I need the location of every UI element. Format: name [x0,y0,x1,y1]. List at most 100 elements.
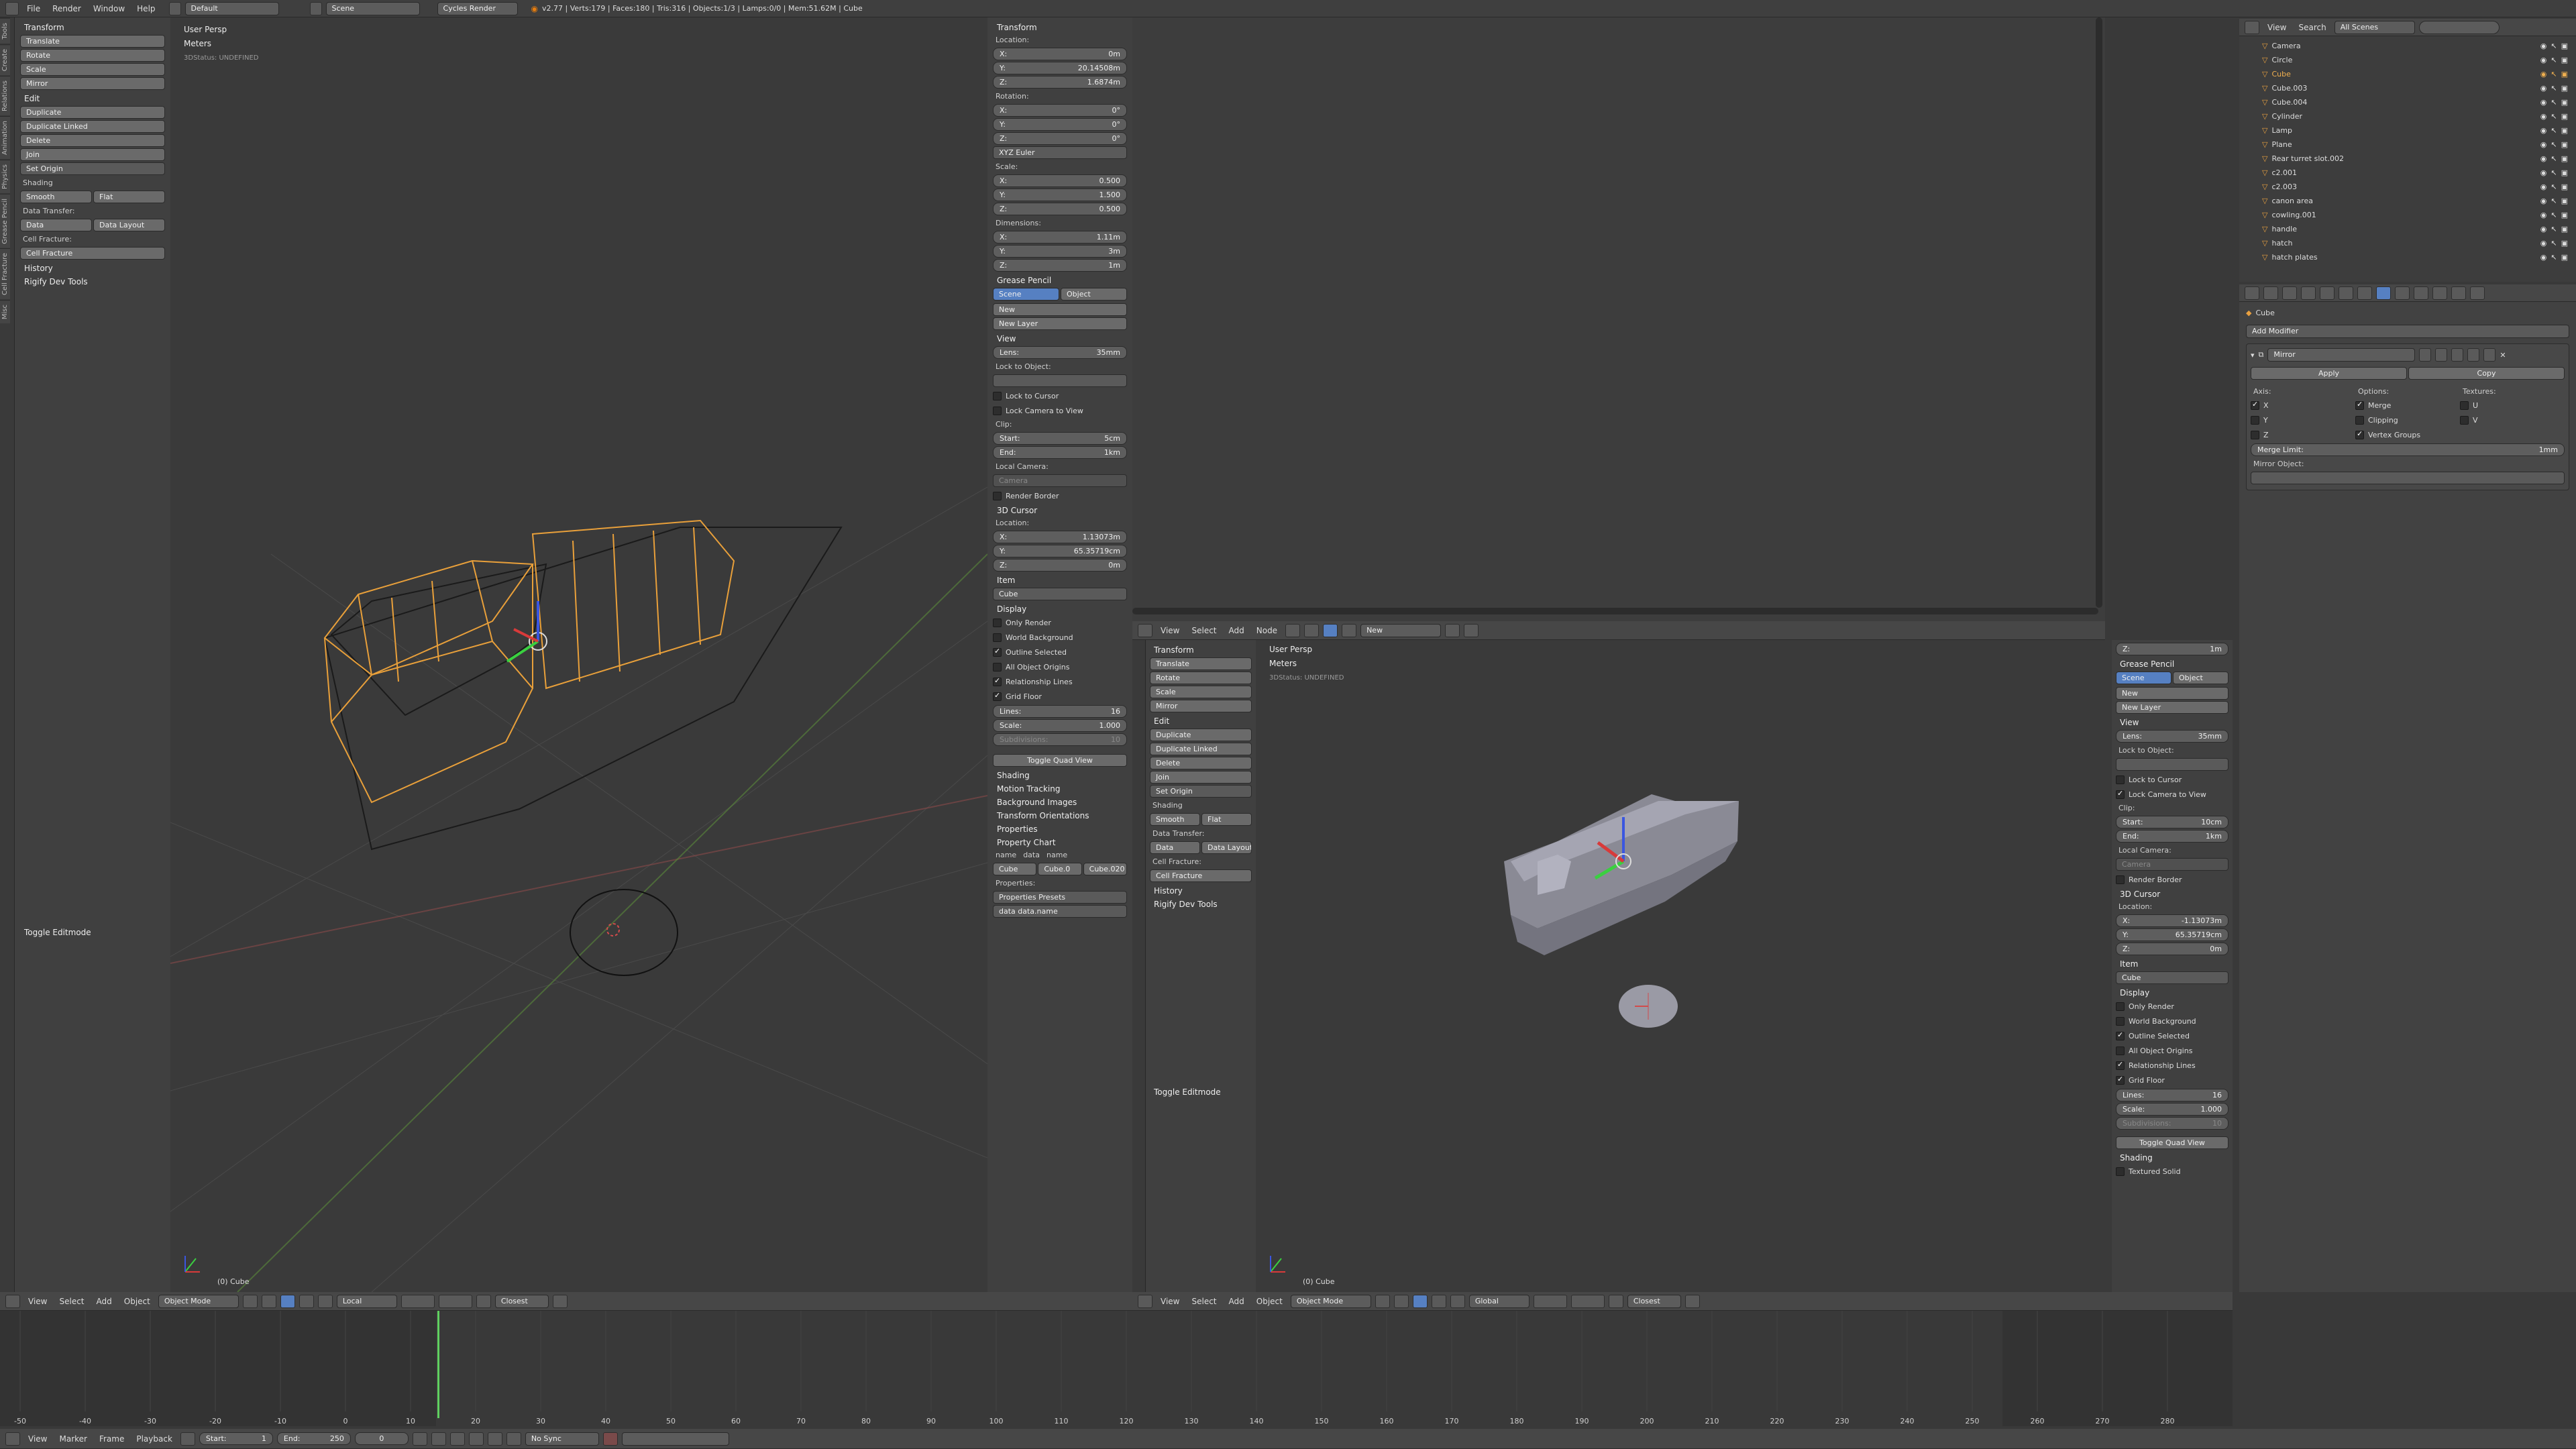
tab-animation[interactable]: Animation [0,115,10,159]
pointer-icon[interactable]: ↖ [2551,239,2557,248]
vertical-scrollbar[interactable] [2096,17,2102,608]
jump-start-icon[interactable] [412,1432,427,1446]
pointer-icon[interactable]: ↖ [2551,98,2557,107]
axis-y-checkbox[interactable]: Y [2251,413,2355,427]
eye-icon[interactable]: ◉ [2540,239,2547,248]
grid-scale-field[interactable]: Scale: 1.000 [2116,1103,2229,1116]
outliner-item[interactable]: ▽ Cube ◉ ↖ ▣ [2239,67,2576,81]
viewport-main[interactable]: User Persp Meters 3DStatus: UNDEFINED (0… [170,17,987,1292]
modifier-name-field[interactable]: Mirror [2267,348,2416,362]
layers-tab-icon[interactable] [2282,286,2297,300]
menu-view[interactable]: View [1157,1297,1183,1306]
menu-add[interactable]: Add [93,1297,116,1306]
toggle-quad-view-button[interactable]: Toggle Quad View [993,754,1127,767]
render-engine-select[interactable]: Cycles Render [437,1,518,15]
menu-select[interactable]: Select [55,1297,88,1306]
delete-button[interactable]: Delete [20,134,165,147]
dimension-x-field[interactable]: X: 1.11m [993,231,1127,244]
clip-start-field[interactable]: Start: 5cm [993,432,1127,445]
menu-object[interactable]: Object [120,1297,154,1306]
rigify-panel-title[interactable]: Rigify Dev Tools [20,274,165,288]
transform-orientations-title[interactable]: Transform Orientations [993,808,1127,822]
screen-layout-icon[interactable] [168,1,181,15]
new-material-button[interactable]: New [1360,623,1442,637]
cell-fracture-button[interactable]: Cell Fracture [1150,869,1252,882]
dimension-y-field[interactable]: Y: 3m [993,245,1127,258]
menu-help[interactable]: Help [133,4,159,13]
menu-select[interactable]: Select [1187,626,1220,635]
location-x-field[interactable]: X: 0m [993,48,1127,60]
particles-tab-icon[interactable] [2451,286,2466,300]
pointer-icon[interactable]: ↖ [2551,154,2557,163]
end-frame-field[interactable]: End: 250 [276,1432,351,1445]
3d-cursor-title[interactable]: 3D Cursor [993,503,1127,517]
texture-tab-icon[interactable] [2432,286,2447,300]
physics-tab-icon[interactable] [2470,286,2485,300]
local-camera-field[interactable]: Camera [993,474,1127,487]
eye-icon[interactable]: ◉ [2540,225,2547,233]
shading-icon[interactable] [242,1294,258,1308]
transform-panel-title[interactable]: Transform [20,20,165,34]
copy-button[interactable]: Copy [2408,367,2565,380]
menu-view[interactable]: View [24,1434,51,1444]
camera-icon[interactable]: ▣ [2561,211,2568,219]
shading-icon[interactable] [1375,1294,1390,1308]
join-button[interactable]: Join [1150,771,1252,784]
view-panel-title[interactable]: View [993,331,1127,345]
mirror-button[interactable]: Mirror [1150,700,1252,712]
item-panel-title[interactable]: Item [993,573,1127,586]
all-origins-checkbox[interactable]: All Object Origins [2116,1043,2229,1058]
outliner-item[interactable]: ▽ canon area ◉ ↖ ▣ [2239,194,2576,208]
scene-icon[interactable] [309,1,322,15]
texture-v-checkbox[interactable]: V [2460,413,2565,427]
eye-icon[interactable]: ◉ [2540,56,2547,64]
snap-icon[interactable] [1445,623,1460,637]
menu-view[interactable]: View [1157,626,1183,635]
eye-icon[interactable]: ◉ [2540,112,2547,121]
apply-button[interactable]: Apply [2251,367,2407,380]
eye-icon[interactable]: ◉ [2540,140,2547,149]
menu-object[interactable]: Object [1252,1297,1287,1306]
outliner-item[interactable]: ▽ Circle ◉ ↖ ▣ [2239,53,2576,67]
close-icon[interactable]: ✕ [2500,351,2506,360]
pivot-icon[interactable] [261,1294,276,1308]
rotate-icon[interactable] [1450,1294,1465,1308]
pointer-icon[interactable]: ↖ [2551,140,2557,149]
layers-icon[interactable] [400,1294,435,1308]
grid-scale-field[interactable]: Scale: 1.000 [993,719,1127,732]
gp-new-layer-button[interactable]: New Layer [993,317,1127,330]
translate-button[interactable]: Translate [20,35,165,48]
display-panel-title[interactable]: Display [2116,985,2229,999]
history-panel-title[interactable]: History [1150,883,1252,897]
rotate-button[interactable]: Rotate [1150,672,1252,684]
cursor-y-field[interactable]: Y: 65.35719cm [993,545,1127,557]
grease-pencil-title[interactable]: Grease Pencil [2116,657,2229,670]
delete-button[interactable]: Delete [1150,757,1252,769]
set-origin-select[interactable]: Set Origin [1150,785,1252,798]
lock-camera-checkbox[interactable]: Lock Camera to View [993,403,1127,418]
world-background-checkbox[interactable]: World Background [993,630,1127,645]
manipulator-icon[interactable] [280,1294,295,1308]
start-frame-field[interactable]: Start: 1 [199,1432,273,1445]
scale-button[interactable]: Scale [1150,686,1252,698]
grid-lines-field[interactable]: Lines: 16 [993,705,1127,718]
move-up-icon[interactable] [2467,348,2480,362]
camera-display-icon[interactable] [2419,348,2432,362]
set-origin-select[interactable]: Set Origin [20,162,165,175]
scale-button[interactable]: Scale [20,63,165,76]
record-icon[interactable] [602,1432,618,1446]
item-name-field[interactable]: Cube [2116,971,2229,984]
mode-select[interactable]: Object Mode [158,1294,239,1308]
data-tab-icon[interactable] [2395,286,2410,300]
constraints-tab-icon[interactable] [2357,286,2372,300]
3d-cursor-title[interactable]: 3D Cursor [2116,887,2229,900]
pointer-icon[interactable]: ↖ [2551,42,2557,50]
mirror-button[interactable]: Mirror [20,77,165,90]
orientation-select[interactable]: Global [1468,1294,1529,1308]
gp-object-button[interactable]: Object [1061,288,1127,301]
menu-add[interactable]: Add [1225,1297,1248,1306]
outliner-item[interactable]: ▽ Cube.004 ◉ ↖ ▣ [2239,95,2576,109]
camera-icon[interactable]: ▣ [2561,168,2568,177]
pivot-icon[interactable] [1393,1294,1409,1308]
scene-select[interactable]: Scene [325,1,420,15]
